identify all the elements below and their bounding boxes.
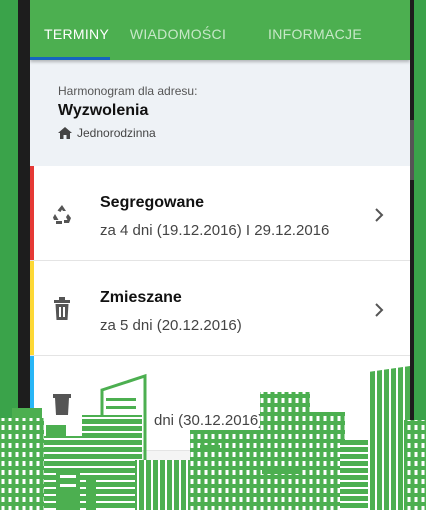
volume-button [410, 120, 414, 180]
building-type-label: Jednorodzinna [77, 126, 156, 140]
item-date: dni (30.12.2016) [154, 412, 264, 429]
list-item-segregowane[interactable]: Segregowane za 4 dni (19.12.2016) I 29.1… [30, 166, 410, 261]
item-date: za 5 dni (20.12.2016) [100, 317, 242, 334]
pickup-list: Segregowane za 4 dni (19.12.2016) I 29.1… [30, 166, 410, 451]
item-title: Segregowane [100, 194, 205, 211]
category-stripe [30, 356, 34, 450]
street-name: Wyzwolenia [58, 102, 149, 119]
app-screen: TERMINY WIADOMOŚCI INFORMACJE Harmonogra… [30, 0, 410, 510]
list-item-zmieszane[interactable]: Zmieszane za 5 dni (20.12.2016) [30, 261, 410, 356]
item-date: za 4 dni (19.12.2016) I 29.12.2016 [100, 222, 330, 239]
item-title: Zmieszane [100, 289, 182, 306]
schedule-label: Harmonogram dla adresu: [58, 84, 198, 98]
tab-terminy[interactable]: TERMINY [30, 0, 110, 60]
address-header: Harmonogram dla adresu: Wyzwolenia Jedno… [30, 60, 410, 166]
chevron-right-icon [375, 208, 384, 222]
category-stripe [30, 166, 34, 260]
frame-accent [414, 0, 426, 510]
recycle-icon [53, 205, 71, 224]
home-icon [58, 127, 72, 139]
category-stripe [30, 261, 34, 355]
tab-wiadomosci[interactable]: WIADOMOŚCI [110, 0, 246, 60]
frame-accent [0, 0, 18, 510]
phone-frame-left [0, 0, 30, 510]
tab-informacje[interactable]: INFORMACJE [246, 0, 376, 60]
list-item-third[interactable]: dni (30.12.2016) [30, 356, 410, 451]
tab-bar: TERMINY WIADOMOŚCI INFORMACJE [30, 0, 410, 60]
trash-icon [54, 297, 70, 320]
building-type: Jednorodzinna [58, 126, 410, 140]
bin-icon [53, 394, 71, 415]
chevron-right-icon [375, 303, 384, 317]
